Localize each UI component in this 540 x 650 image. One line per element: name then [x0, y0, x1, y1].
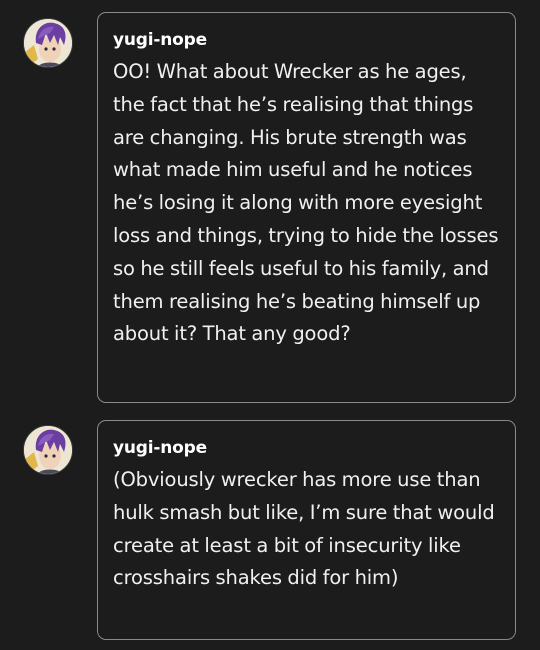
- avatar-icon: [24, 426, 72, 474]
- username[interactable]: yugi-nope: [113, 29, 501, 51]
- username[interactable]: yugi-nope: [113, 437, 501, 459]
- avatar[interactable]: [23, 425, 73, 475]
- message-bubble: yugi-nope OO! What about Wrecker as he a…: [97, 12, 516, 403]
- message-text: OO! What about Wrecker as he ages, the f…: [113, 60, 499, 346]
- avatar-icon: [24, 19, 72, 67]
- message-text: (Obviously wrecker has more use than hul…: [113, 468, 495, 590]
- avatar[interactable]: [23, 18, 73, 68]
- message-bubble: yugi-nope (Obviously wrecker has more us…: [97, 420, 516, 640]
